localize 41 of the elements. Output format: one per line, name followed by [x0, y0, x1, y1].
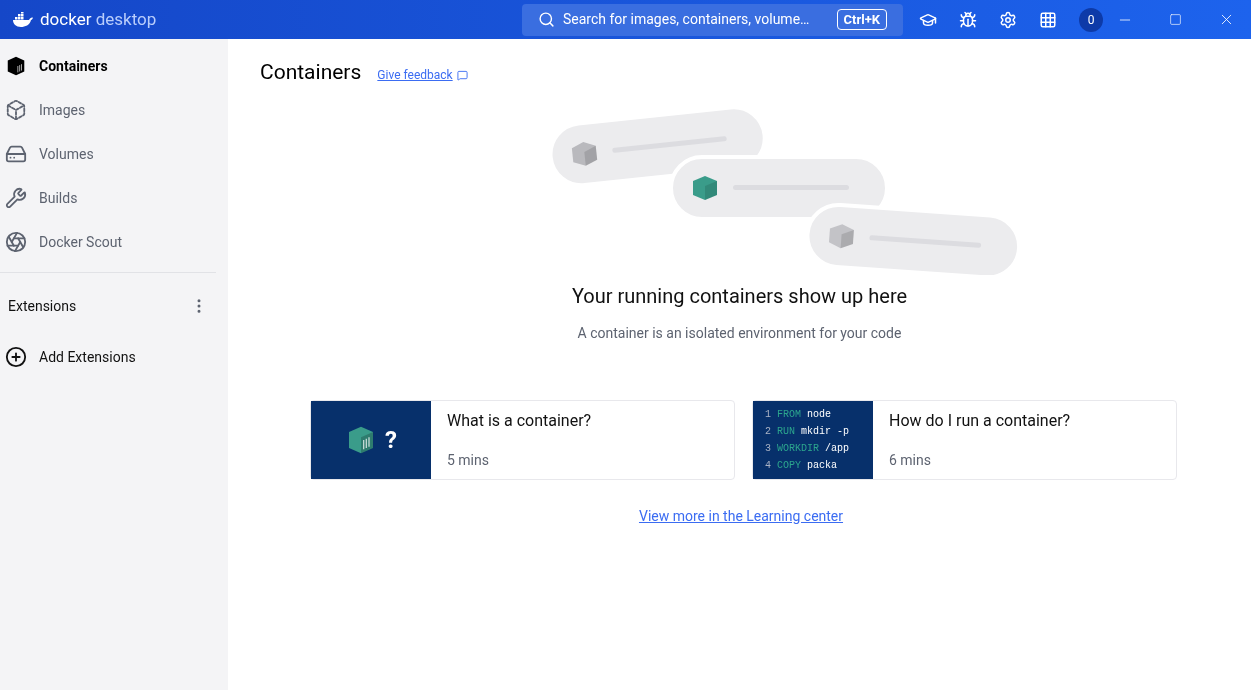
sidebar-item[interactable]: Builds: [0, 176, 228, 220]
container-icon: [5, 55, 27, 77]
scout-icon: [5, 231, 27, 253]
learning-card[interactable]: 1 FROM node 2 RUN mkdir -p 3 WORKDIR /app 4 COPY packa How do I run a container? 6 mins: [752, 399, 1177, 480]
card-title: What is a container?: [447, 409, 592, 432]
code-line: 3 WORKDIR /app: [765, 441, 851, 456]
empty-state-title: Your running containers show up here: [570, 282, 909, 310]
app-logo-text: docker desktop: [40, 7, 157, 31]
add-extensions-item[interactable]: Add Extensions: [0, 335, 228, 379]
search-field[interactable]: Search for images, containers, volume… Ctrl+K: [522, 3, 903, 36]
page-title: Containers: [260, 59, 362, 86]
sidebar-item[interactable]: Images: [0, 88, 228, 132]
feedback-link[interactable]: Give feedback: [377, 66, 453, 84]
learning-card[interactable]: ? What is a container? 5 mins: [310, 399, 735, 480]
feedback-icon: [456, 69, 468, 81]
sidebar-item[interactable]: Docker Scout: [0, 220, 228, 264]
drive-icon: [5, 143, 27, 165]
card-duration: 5 mins: [447, 450, 490, 470]
wrench-icon: [5, 187, 27, 209]
settings-icon[interactable]: [999, 10, 1017, 29]
code-line: 2 RUN mkdir -p: [765, 424, 851, 439]
account-avatar[interactable]: 0: [1079, 7, 1103, 32]
card-title: How do I run a container?: [889, 409, 1071, 432]
card-duration: 6 mins: [889, 450, 932, 470]
maximize-icon[interactable]: [1169, 13, 1182, 26]
extensions-heading: Extensions: [8, 296, 77, 316]
dashed-cube-icon: [5, 99, 27, 121]
question-mark: ?: [385, 424, 397, 456]
grid-icon[interactable]: [1039, 10, 1057, 29]
code-line: 1 FROM node: [765, 407, 833, 422]
code-line: 4 COPY packa: [765, 458, 839, 473]
sidebar-item[interactable]: Containers: [0, 44, 228, 88]
search-placeholder: Search for images, containers, volume…: [563, 10, 811, 29]
plus-circle-icon: [5, 346, 27, 368]
bug-icon[interactable]: [959, 10, 977, 29]
shortcut-key: Ctrl+K: [836, 8, 887, 31]
sidebar-item[interactable]: Volumes: [0, 132, 228, 176]
search-icon: [538, 11, 555, 28]
whale-logo-icon: [12, 11, 34, 28]
empty-state-subtitle: A container is an isolated environment for your code: [576, 323, 903, 343]
learning-center-link[interactable]: View more in the Learning center: [638, 505, 844, 527]
